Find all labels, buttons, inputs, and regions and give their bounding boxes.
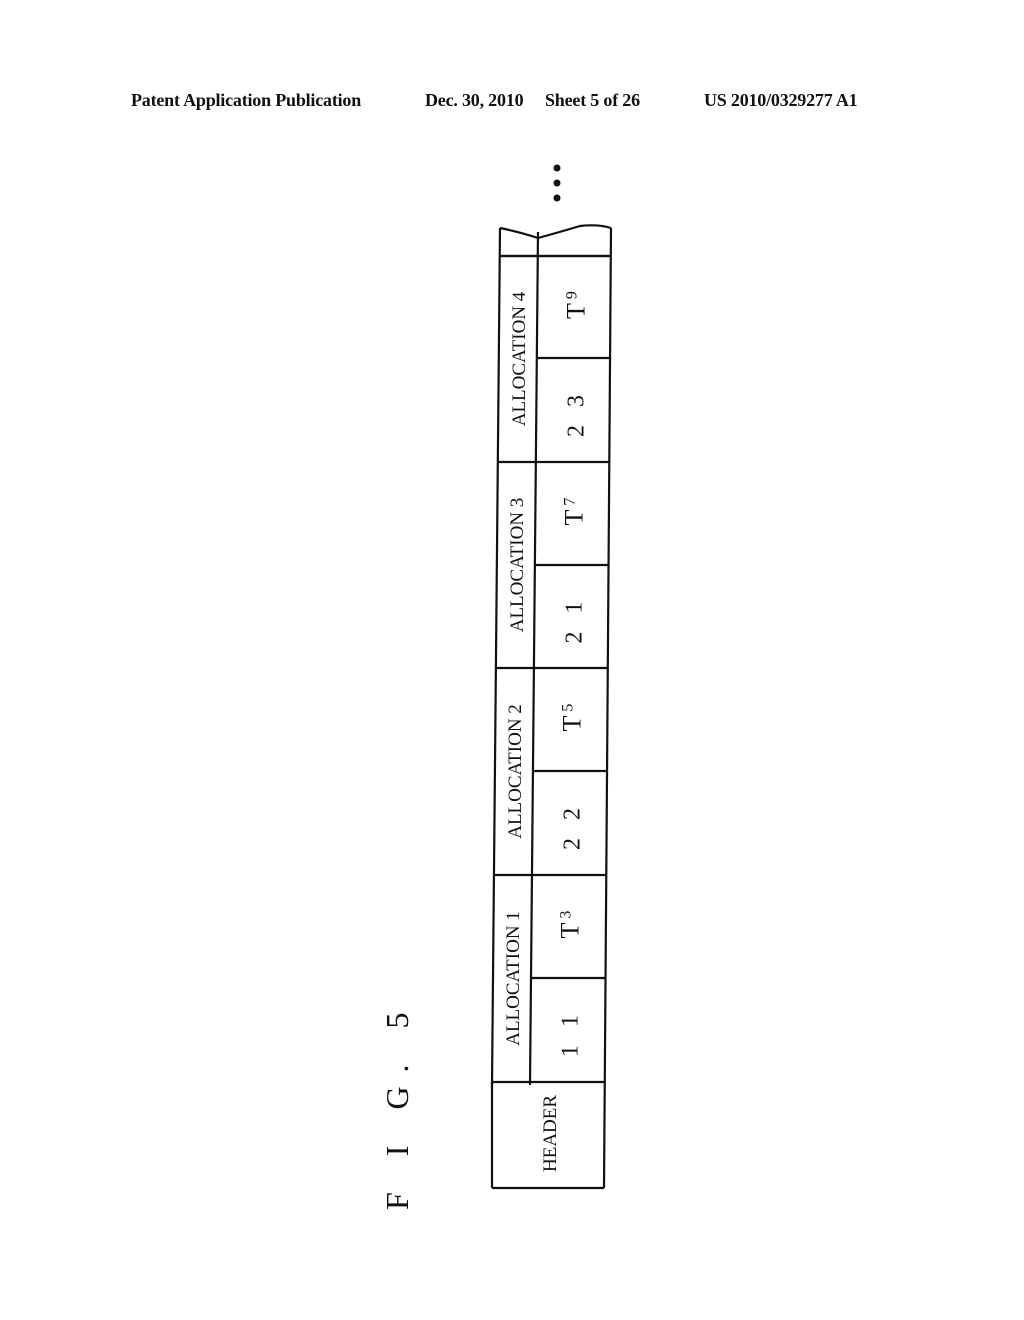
allocation-label: ALLOCATION 4 [509, 291, 530, 426]
figure-label: F I G. 5 [379, 998, 415, 1210]
figure-5-diagram: F I G. 5 ALLOCATION 11 1T3ALLOCATION 22 … [379, 164, 613, 1210]
time-slot-label: T9 [561, 291, 590, 319]
allocation-id: 2 3 [563, 389, 589, 437]
header-cell-label: HEADER [540, 1095, 561, 1172]
time-slot-subscript: 5 [559, 704, 576, 712]
allocation-id: 1 1 [558, 1009, 584, 1057]
allocation-label: ALLOCATION 1 [503, 911, 524, 1046]
allocation-label: ALLOCATION 2 [505, 704, 526, 839]
time-slot-label: T7 [559, 498, 588, 526]
allocation-label: ALLOCATION 3 [507, 498, 528, 633]
time-slot-subscript: 7 [561, 498, 578, 506]
time-slot-subscript: 9 [563, 291, 580, 299]
time-slot-letter: T [561, 303, 590, 319]
allocation-id: 2 1 [561, 596, 587, 644]
continuation-dots [553, 164, 561, 202]
allocation-id: 2 2 [559, 802, 585, 850]
time-slot-subscript: 3 [557, 911, 574, 919]
time-slot-letter: T [559, 510, 588, 526]
time-slot-label: T5 [557, 704, 586, 732]
time-slot-letter: T [557, 716, 586, 732]
time-slot-label: T3 [555, 911, 584, 939]
time-slot-letter: T [555, 923, 584, 939]
